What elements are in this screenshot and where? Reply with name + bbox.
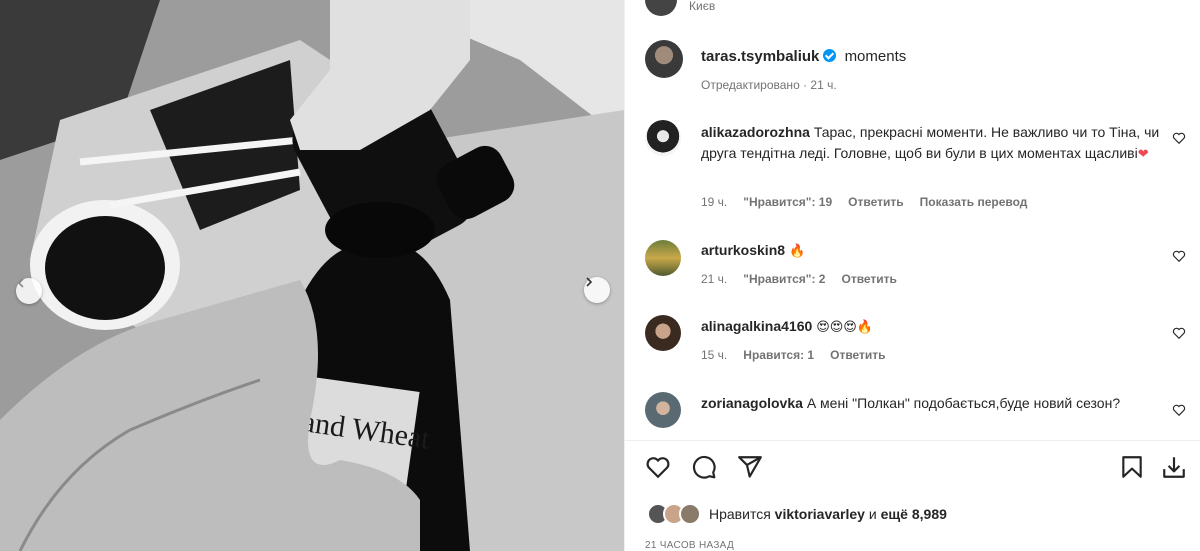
avatar: [679, 503, 701, 525]
post-actions: [645, 454, 1185, 484]
comment-text: alikazadorozhna Тарас, прекрасні моменти…: [701, 124, 1160, 162]
comment-like-heart-icon[interactable]: [1172, 403, 1186, 417]
comment-like-heart-icon[interactable]: [1172, 249, 1186, 263]
commenter-avatar[interactable]: [645, 120, 681, 156]
caption-text: moments: [844, 48, 907, 65]
comment-meta: 19 ч. "Нравится": 19 Ответить Показать п…: [701, 195, 1027, 209]
comment-likes[interactable]: "Нравится": 2: [743, 272, 825, 286]
fire-emoji: 🔥: [788, 244, 806, 259]
comment-username[interactable]: alinagalkina4160: [701, 318, 812, 334]
post-timestamp: 21 ЧАСОВ НАЗАД: [645, 540, 735, 551]
comment-username[interactable]: alikazadorozhna: [701, 124, 810, 140]
emoji-reaction: 😍😍😍🔥: [816, 320, 874, 335]
comment-likes[interactable]: Нравится: 1: [743, 348, 814, 362]
comment-text: arturkoskin8 🔥: [701, 240, 805, 262]
comment-meta: 15 ч. Нравится: 1 Ответить: [701, 348, 886, 362]
comment-username[interactable]: arturkoskin8: [701, 242, 785, 258]
previous-comment-partial: Києв: [645, 0, 715, 16]
author-caption: taras.tsymbaliuk moments: [701, 46, 906, 67]
comment-like-heart-icon[interactable]: [1172, 131, 1186, 145]
comment-time: 19 ч.: [701, 195, 728, 209]
carousel-next-button[interactable]: [584, 277, 610, 303]
comment-likes[interactable]: "Нравится": 19: [743, 195, 832, 209]
comment-username[interactable]: zorianagolovka: [701, 395, 803, 411]
divider: [625, 440, 1200, 441]
like-heart-icon[interactable]: [645, 454, 671, 480]
commenter-avatar[interactable]: [645, 240, 681, 276]
download-icon[interactable]: [1161, 454, 1187, 480]
comment-text: alinagalkina4160 😍😍😍🔥: [701, 316, 873, 338]
author-avatar[interactable]: [645, 40, 683, 78]
likes-count[interactable]: ещё 8,989: [881, 506, 947, 522]
edited-label: Отредактировано · 21 ч.: [701, 78, 837, 92]
photo-illustration: Island Wheat: [0, 0, 624, 551]
translate-button[interactable]: Показать перевод: [920, 195, 1028, 209]
commenter-avatar[interactable]: [645, 392, 681, 428]
partial-caption: Києв: [689, 0, 716, 13]
post-details-panel: Києв taras.tsymbaliuk moments Отредактир…: [624, 0, 1200, 551]
chevron-right-icon: [586, 277, 593, 287]
save-bookmark-icon[interactable]: [1119, 454, 1145, 480]
author-username[interactable]: taras.tsymbaliuk: [701, 48, 819, 65]
caption-meta: Отредактировано · 21 ч.: [701, 78, 837, 92]
comment-meta: 21 ч. "Нравится": 2 Ответить: [701, 272, 897, 286]
verified-badge-icon: [823, 49, 837, 62]
comment-like-heart-icon[interactable]: [1172, 326, 1186, 340]
post-photo[interactable]: Island Wheat: [0, 0, 624, 551]
share-icon[interactable]: [737, 454, 763, 480]
reply-button[interactable]: Ответить: [830, 348, 885, 362]
comment-text: zorianagolovka А мені "Полкан" подобаєть…: [701, 395, 1121, 411]
comment-icon[interactable]: [691, 454, 717, 480]
likes-summary[interactable]: Нравится viktoriavarley и ещё 8,989: [647, 503, 947, 525]
avatar: [645, 0, 677, 16]
carousel-prev-button[interactable]: [16, 278, 42, 304]
likes-user-link[interactable]: viktoriavarley: [775, 506, 865, 522]
comment-time: 21 ч.: [701, 272, 728, 286]
reply-button[interactable]: Ответить: [848, 195, 903, 209]
chevron-left-icon: [17, 278, 24, 288]
comment-time: 15 ч.: [701, 348, 728, 362]
likes-text: Нравится viktoriavarley и ещё 8,989: [709, 506, 947, 522]
reply-button[interactable]: Ответить: [841, 272, 896, 286]
commenter-avatar[interactable]: [645, 315, 681, 351]
heart-emoji: ❤: [1137, 147, 1149, 162]
